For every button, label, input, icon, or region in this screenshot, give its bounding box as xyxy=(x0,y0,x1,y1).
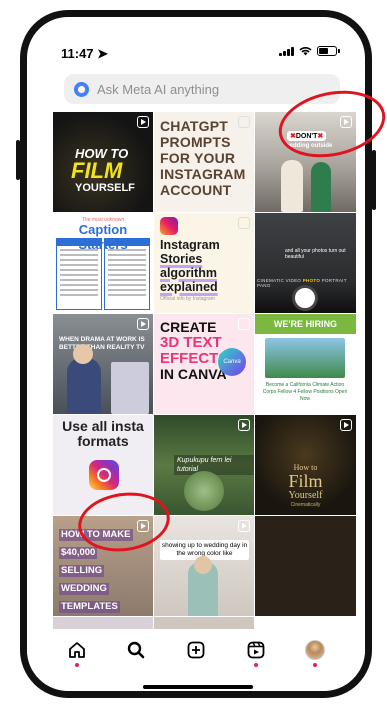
notification-dot xyxy=(253,663,258,667)
carousel-icon xyxy=(238,116,250,128)
nav-home[interactable] xyxy=(66,639,88,667)
person-head xyxy=(73,344,93,364)
notification-dot xyxy=(313,663,318,667)
explore-tile-chatgpt-prompts[interactable]: CHATGPT PROMPTS FOR YOUR INSTAGRAM ACCOU… xyxy=(154,112,254,212)
explore-tile-film-cinematically[interactable]: How to Film Yourself Cinematically xyxy=(255,415,356,515)
explore-tile-were-hiring[interactable]: WE'RE HIRING Become a California Climate… xyxy=(255,314,356,414)
explore-tile-wrong-color[interactable]: showing up to wedding day in the wrong c… xyxy=(154,516,254,616)
explore-tile-film-yourself[interactable]: HOW TO FILM YOURSELF xyxy=(53,112,153,212)
reel-icon xyxy=(137,116,149,128)
person-head xyxy=(194,556,212,574)
dont-badge: ✖DON'T✖ xyxy=(287,131,327,141)
status-bar: 11:47 ➤ xyxy=(27,17,365,73)
tile-text: FILM xyxy=(71,158,123,183)
list-column xyxy=(104,238,150,310)
phone-frame: 11:47 ➤ Ask Meta AI anything HOW TO FILM… xyxy=(20,10,372,698)
tile-text: Stories xyxy=(160,252,203,266)
phone-side-button xyxy=(372,150,376,210)
signal-icon xyxy=(279,46,294,56)
tile-text: HOW TO MAKE xyxy=(59,529,133,541)
reel-icon xyxy=(340,419,352,431)
nav-profile[interactable] xyxy=(304,639,326,667)
tile-text: INSTAGRAM xyxy=(160,166,246,182)
instagram-logo-icon xyxy=(89,460,119,490)
camera-modes: CINEMATIC VIDEO PHOTO PORTRAIT PANO xyxy=(257,278,347,288)
explore-tile-insta-formats[interactable]: Use all insta formats xyxy=(53,415,153,515)
reel-icon xyxy=(137,520,149,532)
reel-icon xyxy=(137,318,149,330)
nav-reels[interactable] xyxy=(245,639,267,667)
tile-text: FOR YOUR xyxy=(160,150,236,166)
tile-text: WEDDING xyxy=(59,583,109,595)
tile-text: PROMPTS xyxy=(160,134,231,150)
camera-shutter-icon xyxy=(295,288,315,308)
tile-text: Use all insta formats xyxy=(62,418,144,449)
instagram-logo-icon xyxy=(160,217,178,235)
search-placeholder: Ask Meta AI anything xyxy=(97,81,220,97)
person-figure xyxy=(67,358,101,414)
canva-logo-icon: Canva xyxy=(218,348,246,376)
tile-text: CHATGPT xyxy=(160,118,229,134)
battery-icon xyxy=(317,46,340,56)
explore-tile-camera-photos[interactable]: and all your photos turn out beautiful C… xyxy=(255,213,356,313)
tile-text: Become a California Climate Action Corps… xyxy=(262,382,348,402)
search-icon xyxy=(128,641,145,659)
status-icons xyxy=(279,46,340,56)
explore-tile-partial[interactable] xyxy=(255,516,356,616)
notification-dot xyxy=(74,663,79,667)
meta-ai-icon xyxy=(74,81,89,97)
tile-text: ACCOUNT xyxy=(160,182,232,198)
tile-text: and all your photos turn out beautiful xyxy=(285,248,346,260)
tile-text: wedding outside xyxy=(285,143,333,149)
explore-tile-stories-algorithm[interactable]: Instagram Stories algorithm explained Of… xyxy=(154,213,254,313)
tile-text: Yourself xyxy=(288,490,323,501)
search-input[interactable]: Ask Meta AI anything xyxy=(64,74,340,104)
explore-tile-caption-starters[interactable]: The most unknown Caption Starters xyxy=(53,213,153,313)
tile-text: explained xyxy=(160,280,218,294)
reels-icon xyxy=(247,641,264,659)
explore-tile-drama-at-work[interactable]: WHEN DRAMA AT WORK IS BETTER THAN REALIT… xyxy=(53,314,153,414)
machine-shape xyxy=(111,362,149,414)
bottom-nav xyxy=(27,629,365,671)
explore-tile-3d-text-canva[interactable]: CREATE 3D TEXT EFFECTS IN CANVA Canva xyxy=(154,314,254,414)
tile-text: Film xyxy=(288,471,323,491)
nav-search[interactable] xyxy=(125,639,147,661)
tile-text: Official info by Instagram xyxy=(160,296,215,302)
carousel-icon xyxy=(238,318,250,330)
list-column xyxy=(56,238,102,310)
tile-photo xyxy=(265,338,345,378)
tile-text: Instagram xyxy=(160,238,220,252)
wifi-icon xyxy=(299,47,312,56)
tile-text: algorithm xyxy=(160,266,217,280)
tile-text: WHEN DRAMA AT WORK IS BETTER THAN REALIT… xyxy=(59,336,145,351)
tile-text: Cinematically xyxy=(290,502,321,508)
tile-text: TEMPLATES xyxy=(59,601,120,613)
add-post-icon xyxy=(187,641,205,659)
fern-shape xyxy=(184,471,224,511)
tile-text: SELLING xyxy=(59,565,105,577)
tile-text: CREATE xyxy=(160,319,217,335)
person-figure xyxy=(311,162,331,212)
location-arrow-icon: ➤ xyxy=(97,46,109,61)
reel-icon xyxy=(238,419,250,431)
home-icon xyxy=(68,642,85,658)
reel-icon xyxy=(340,116,352,128)
tile-text: YOURSELF xyxy=(75,182,135,194)
person-figure xyxy=(281,160,303,212)
avatar xyxy=(305,640,326,660)
explore-grid: HOW TO FILM YOURSELF CHATGPT PROMPTS FOR… xyxy=(53,112,356,632)
explore-tile-fern-lei[interactable]: Kupukupu fern lei tutorial xyxy=(154,415,254,515)
explore-tile-wedding-dont[interactable]: ✖DON'T✖ wedding outside xyxy=(255,112,356,212)
tile-text: WE'RE HIRING xyxy=(255,314,356,334)
nav-create[interactable] xyxy=(185,639,207,661)
explore-tile-wedding-templates[interactable]: HOW TO MAKE $40,000 SELLING WEDDING TEMP… xyxy=(53,516,153,616)
status-time: 11:47 ➤ xyxy=(61,46,109,61)
reel-icon xyxy=(238,520,250,532)
tile-text: $40,000 xyxy=(59,547,98,559)
carousel-icon xyxy=(238,217,250,229)
tile-text: Kupukupu fern lei tutorial xyxy=(174,455,254,475)
home-indicator xyxy=(143,685,253,689)
